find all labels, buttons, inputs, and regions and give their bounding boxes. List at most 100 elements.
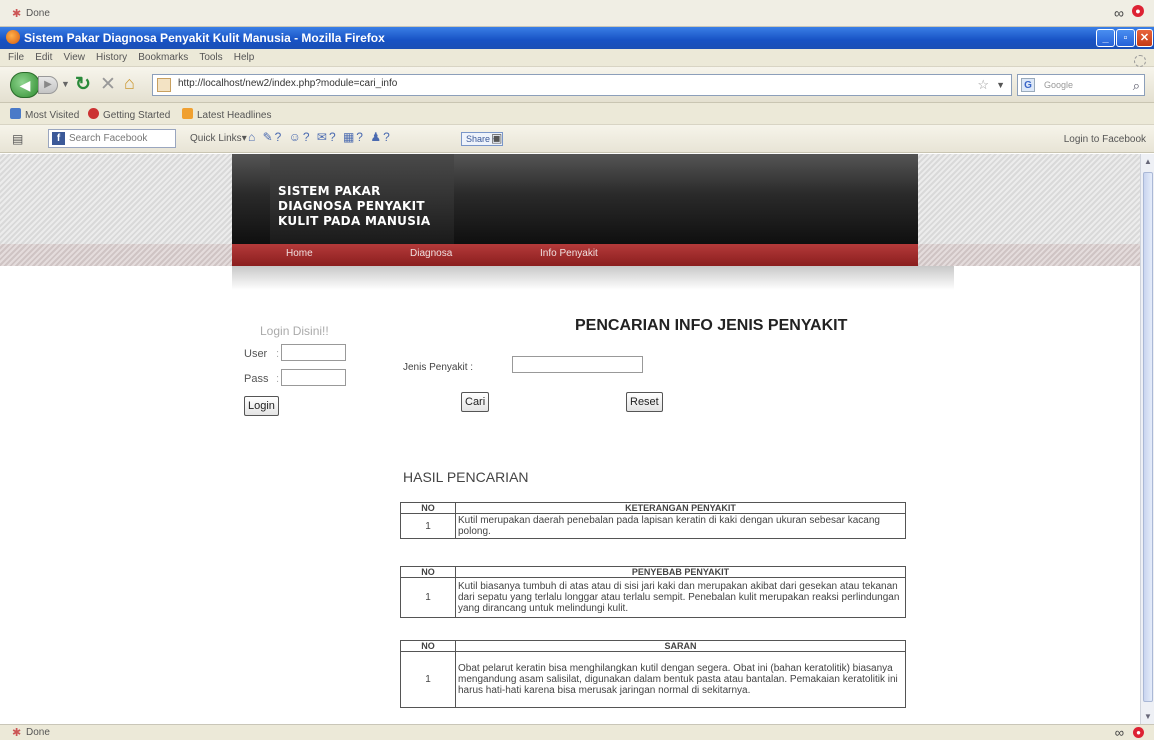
table-header-row: NO KETERANGAN PENYAKIT (400, 502, 906, 514)
bookmark-latest-headlines[interactable]: Latest Headlines (182, 108, 272, 121)
navigation-toolbar: ◀ ▶ ▼ ↻ ✕ ⌂ ☆ ▼ G Google ⌕ (0, 67, 1154, 103)
site-nav: Home Diagnosa Info Penyakit (232, 244, 918, 266)
scroll-up-icon[interactable]: ▲ (1144, 157, 1152, 166)
bookmarks-toolbar: Most Visited Getting Started Latest Head… (0, 103, 1154, 125)
col-no: NO (400, 640, 456, 652)
site-title-line-2: DIAGNOSA PENYAKIT (278, 199, 425, 213)
table-header-row: NO PENYEBAB PENYAKIT (400, 566, 906, 578)
history-dropdown-icon[interactable]: ▼ (61, 79, 70, 89)
site-title-line-3: KULIT PADA MANUSIA (278, 214, 431, 228)
scroll-thumb[interactable] (1143, 172, 1153, 702)
close-button[interactable]: ✕ (1136, 29, 1153, 47)
header-shadow (232, 266, 954, 290)
row-no: 1 (400, 577, 456, 618)
facebook-tool-icons[interactable]: ⌂ ✎? ☺? ✉? ▦? ♟? (248, 130, 392, 144)
row-text: Kutil biasanya tumbuh di atas atau di si… (455, 577, 906, 618)
left-nav-pattern (0, 244, 232, 266)
previous-window-status-strip: ✱ Done ∞ ● (0, 0, 1154, 27)
row-no: 1 (400, 651, 456, 708)
stop-icon[interactable]: ✕ (100, 73, 116, 96)
getting-started-icon (88, 108, 99, 119)
pass-input[interactable] (281, 369, 346, 386)
status-icon: ✱ (12, 727, 22, 739)
window-title: Sistem Pakar Diagnosa Penyakit Kulit Man… (24, 31, 385, 45)
reload-icon[interactable]: ↻ (75, 73, 91, 96)
user-sep: : (276, 348, 280, 360)
col-title: SARAN (455, 640, 906, 652)
menu-bar: File Edit View History Bookmarks Tools H… (0, 49, 1154, 67)
addon-icon[interactable]: ∞ (1115, 725, 1124, 740)
right-header-pattern (918, 154, 1140, 244)
facebook-icon: f (52, 132, 65, 145)
user-input[interactable] (281, 344, 346, 361)
bookmark-getting-started[interactable]: Getting Started (88, 108, 170, 121)
nav-home[interactable]: Home (286, 248, 313, 259)
warning-icon[interactable]: ● (1133, 727, 1144, 738)
col-title: PENYEBAB PENYAKIT (455, 566, 906, 578)
jenis-penyakit-input[interactable] (512, 356, 643, 373)
nav-diagnosa[interactable]: Diagnosa (410, 248, 452, 259)
search-bar[interactable]: G Google ⌕ (1017, 74, 1145, 96)
reset-button[interactable]: Reset (626, 392, 663, 412)
home-icon[interactable]: ⌂ (124, 73, 135, 94)
back-button[interactable]: ◀ (10, 72, 40, 98)
status-text: Done (26, 727, 50, 738)
facebook-toolbar: ▤ f Search Facebook Quick Links▾ ⌂ ✎? ☺?… (0, 125, 1154, 153)
vertical-scrollbar[interactable]: ▲ ▼ (1140, 154, 1154, 724)
site-favicon-icon (157, 78, 171, 92)
login-title: Login Disini!! (260, 324, 329, 338)
url-bar[interactable]: ☆ ▼ (152, 74, 1012, 96)
page-title: PENCARIAN INFO JENIS PENYAKIT (575, 317, 848, 334)
table-row: 1 Kutil merupakan daerah penebalan pada … (400, 513, 906, 539)
rss-icon (182, 108, 193, 119)
nav-info-penyakit[interactable]: Info Penyakit (540, 248, 598, 259)
page-viewport: SISTEM PAKAR DIAGNOSA PENYAKIT KULIT PAD… (0, 154, 1140, 724)
toolbar-menu-icon[interactable]: ▤ (12, 132, 23, 146)
jenis-penyakit-label: Jenis Penyakit : (403, 362, 474, 373)
top-status-text: Done (26, 8, 50, 19)
firefox-icon (6, 30, 20, 44)
cari-button[interactable]: Cari (461, 392, 490, 412)
search-placeholder: Google (1044, 80, 1074, 90)
site-title-line-1: SISTEM PAKAR (278, 184, 381, 198)
search-icon[interactable]: ⌕ (1133, 78, 1140, 94)
row-no: 1 (400, 513, 456, 539)
row-text: Obat pelarut keratin bisa menghilangkan … (455, 651, 906, 708)
quick-links-menu[interactable]: Quick Links▾ (190, 133, 247, 144)
minimize-button[interactable]: _ (1096, 29, 1115, 47)
google-engine-icon[interactable]: G (1021, 78, 1035, 92)
warning-icon[interactable]: ● (1132, 5, 1144, 17)
login-button[interactable]: Login (244, 396, 279, 416)
throbber-icon (1134, 55, 1146, 67)
scroll-down-icon[interactable]: ▼ (1144, 712, 1152, 721)
menu-bookmarks[interactable]: Bookmarks (138, 52, 188, 63)
menu-tools[interactable]: Tools (199, 52, 222, 63)
bookmark-most-visited[interactable]: Most Visited (10, 108, 79, 121)
table-header-row: NO SARAN (400, 640, 906, 652)
facebook-tab-icon[interactable]: ▣ (491, 131, 502, 145)
status-icon: ✱ (12, 8, 22, 20)
table-row: 1 Kutil biasanya tumbuh di atas atau di … (400, 577, 906, 618)
table-row: 1 Obat pelarut keratin bisa menghilangka… (400, 651, 906, 708)
facebook-login-link[interactable]: Login to Facebook (1064, 134, 1146, 145)
most-visited-icon (10, 108, 21, 119)
pass-sep: : (276, 373, 280, 385)
menu-view[interactable]: View (63, 52, 85, 63)
menu-edit[interactable]: Edit (35, 52, 52, 63)
penyebab-table: NO PENYEBAB PENYAKIT 1 Kutil biasanya tu… (400, 566, 906, 618)
user-label: User (244, 348, 268, 360)
menu-history[interactable]: History (96, 52, 127, 63)
menu-file[interactable]: File (8, 52, 24, 63)
row-text: Kutil merupakan daerah penebalan pada la… (455, 513, 906, 539)
bookmark-star-icon[interactable]: ☆ (977, 77, 989, 93)
addon-icon[interactable]: ∞ (1114, 5, 1124, 21)
maximize-button[interactable]: ▫ (1116, 29, 1135, 47)
pass-label: Pass (244, 373, 269, 385)
menu-help[interactable]: Help (234, 52, 255, 63)
forward-button[interactable]: ▶ (38, 76, 58, 94)
window-title-bar: Sistem Pakar Diagnosa Penyakit Kulit Man… (0, 27, 1154, 49)
right-nav-pattern (918, 244, 1140, 266)
url-input[interactable] (178, 78, 778, 89)
facebook-search-input[interactable]: f Search Facebook (48, 129, 176, 148)
url-dropdown-icon[interactable]: ▼ (996, 80, 1005, 90)
